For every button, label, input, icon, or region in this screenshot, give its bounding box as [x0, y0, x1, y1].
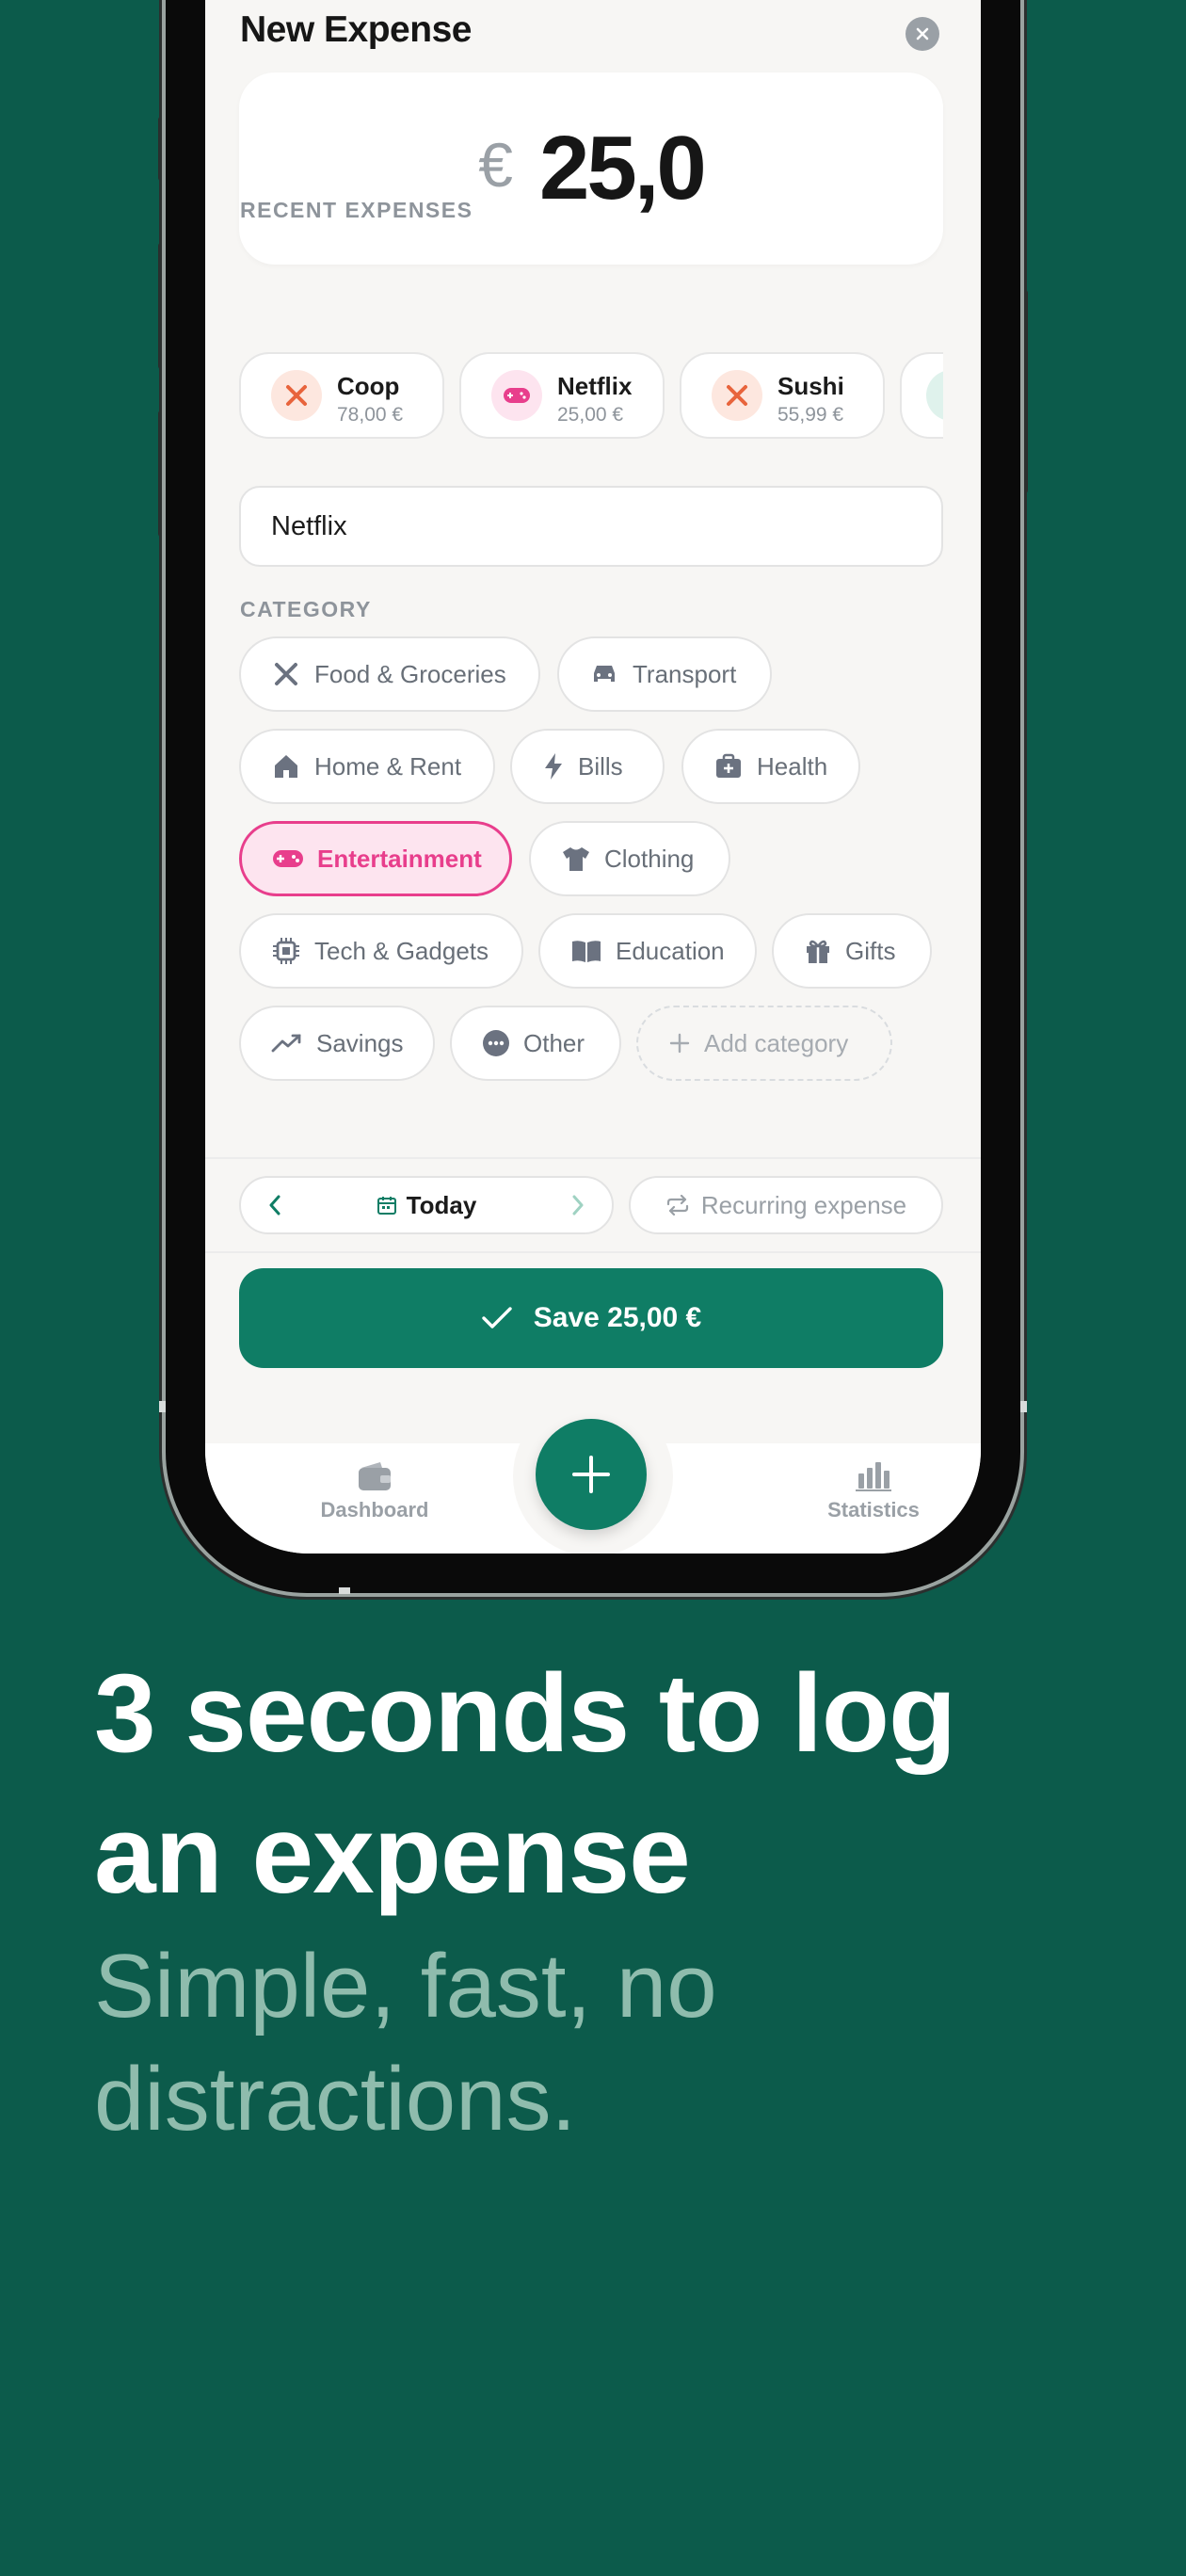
plus-icon	[669, 1033, 690, 1054]
car-icon	[594, 666, 615, 682]
antenna-band	[339, 1587, 350, 1594]
category-icon	[926, 370, 943, 421]
category-bills[interactable]: Bills	[510, 729, 665, 804]
tab-statistics[interactable]: Statistics	[779, 1460, 968, 1522]
tab-dashboard-label: Dashboard	[320, 1498, 429, 1521]
shirt-icon	[563, 847, 589, 871]
phone-volume-up	[158, 243, 166, 369]
category-label-text: Transport	[633, 659, 737, 688]
category-label-text: Tech & Gadgets	[314, 936, 489, 965]
category-label-text: Savings	[316, 1028, 404, 1057]
bolt-icon	[545, 753, 562, 780]
recent-chip-name: Sushi	[777, 372, 844, 400]
subline-line-2: distractions.	[94, 2049, 577, 2149]
headline-line-1: 3 seconds to log	[94, 1651, 956, 1776]
home-icon	[275, 755, 297, 778]
recent-expenses-label: RECENT EXPENSES	[240, 198, 473, 222]
sheet-title: New Expense	[240, 9, 472, 50]
category-health[interactable]: Health	[681, 729, 860, 804]
wallet-icon	[359, 1462, 391, 1490]
category-entertainment[interactable]: Entertainment	[239, 821, 512, 896]
category-other[interactable]: Other	[450, 1006, 621, 1081]
recent-expenses-row[interactable]: Coop 78,00 € Netflix 25,00 € Sushi 55,99…	[239, 352, 943, 443]
recent-chip-name: Netflix	[557, 372, 633, 400]
recent-chip-price: 78,00 €	[337, 404, 404, 426]
recent-chip-sushi[interactable]: Sushi 55,99 €	[680, 352, 885, 439]
utensils-icon	[275, 663, 297, 685]
close-button[interactable]	[906, 17, 939, 51]
tab-dashboard[interactable]: Dashboard	[280, 1460, 469, 1522]
description-input[interactable]: Netflix	[239, 486, 943, 567]
amount-display[interactable]: € 25,0	[239, 72, 943, 265]
category-education[interactable]: Education	[538, 913, 757, 989]
phone-frame: New Expense € 25,0 RECENT EXPENSES Coop …	[159, 0, 1027, 1594]
category-label-text: Home & Rent	[314, 751, 462, 781]
gamepad-icon	[273, 850, 303, 867]
subline-line-1: Simple, fast, no	[94, 1936, 717, 2037]
divider	[205, 1157, 981, 1159]
checkmark-icon	[482, 1307, 512, 1328]
repeat-icon	[666, 1195, 688, 1216]
category-label-text: Education	[616, 936, 725, 965]
utensils-icon	[712, 370, 762, 421]
medical-kit-icon	[716, 753, 741, 778]
category-savings[interactable]: Savings	[239, 1006, 435, 1081]
category-label-text: Other	[523, 1028, 585, 1057]
recent-chip-netflix[interactable]: Netflix 25,00 €	[459, 352, 665, 439]
dots-icon	[483, 1030, 509, 1056]
recurring-expense-toggle[interactable]: Recurring expense	[629, 1176, 943, 1234]
recent-chip-coop[interactable]: Coop 78,00 €	[239, 352, 444, 439]
antenna-band	[159, 1401, 166, 1412]
category-label-text: Clothing	[604, 844, 695, 873]
save-label: Save 25,00 €	[533, 1302, 702, 1333]
add-category-button[interactable]: Add category	[636, 1006, 892, 1081]
category-tech-gadgets[interactable]: Tech & Gadgets	[239, 913, 523, 989]
save-button[interactable]: Save 25,00 €	[239, 1268, 943, 1368]
marketing-headline: 3 seconds to log an expense	[94, 1643, 1130, 1925]
gift-icon	[807, 940, 829, 963]
trend-up-icon	[271, 1034, 301, 1053]
date-selector[interactable]: Today	[239, 1176, 614, 1234]
recent-chip-price: 25,00 €	[557, 404, 624, 426]
add-expense-fab[interactable]	[536, 1419, 647, 1530]
bar-chart-icon	[856, 1462, 891, 1491]
category-clothing[interactable]: Clothing	[529, 821, 730, 896]
category-label-text: Food & Groceries	[314, 659, 506, 688]
phone-screen: New Expense € 25,0 RECENT EXPENSES Coop …	[205, 0, 981, 1554]
recurring-label: Recurring expense	[700, 1190, 907, 1219]
category-gifts[interactable]: Gifts	[772, 913, 932, 989]
category-label-text: Entertainment	[317, 844, 482, 873]
headline-line-2: an expense	[94, 1793, 691, 1917]
phone-power-button	[1020, 290, 1028, 493]
amount-value: 25,0	[538, 118, 707, 218]
date-display: Today	[241, 1178, 612, 1232]
category-label-text: Health	[757, 751, 828, 781]
chevron-right-icon[interactable]	[570, 1194, 585, 1216]
marketing-subline: Simple, fast, no distractions.	[94, 1930, 1130, 2156]
antenna-band	[1020, 1401, 1027, 1412]
book-icon	[572, 941, 601, 962]
add-category-label: Add category	[704, 1028, 849, 1057]
chip-icon	[273, 938, 299, 964]
phone-volume-down	[158, 411, 166, 537]
calendar-icon	[377, 1197, 396, 1215]
category-home-rent[interactable]: Home & Rent	[239, 729, 495, 804]
recent-chip-partial[interactable]	[900, 352, 943, 439]
utensils-icon	[271, 370, 322, 421]
category-food-groceries[interactable]: Food & Groceries	[239, 636, 540, 712]
gamepad-icon	[491, 370, 542, 421]
date-label: Today	[406, 1190, 477, 1219]
category-label-text: Gifts	[845, 936, 896, 965]
currency-symbol: €	[478, 130, 513, 200]
divider	[205, 1251, 981, 1253]
category-transport[interactable]: Transport	[557, 636, 772, 712]
plus-icon	[572, 1456, 610, 1493]
category-label: CATEGORY	[240, 597, 372, 621]
tab-statistics-label: Statistics	[827, 1498, 920, 1521]
recent-chip-price: 55,99 €	[777, 404, 844, 426]
recent-chip-name: Coop	[337, 372, 400, 400]
close-icon	[916, 27, 929, 40]
category-label-text: Bills	[578, 751, 623, 781]
phone-silent-switch	[158, 117, 166, 181]
